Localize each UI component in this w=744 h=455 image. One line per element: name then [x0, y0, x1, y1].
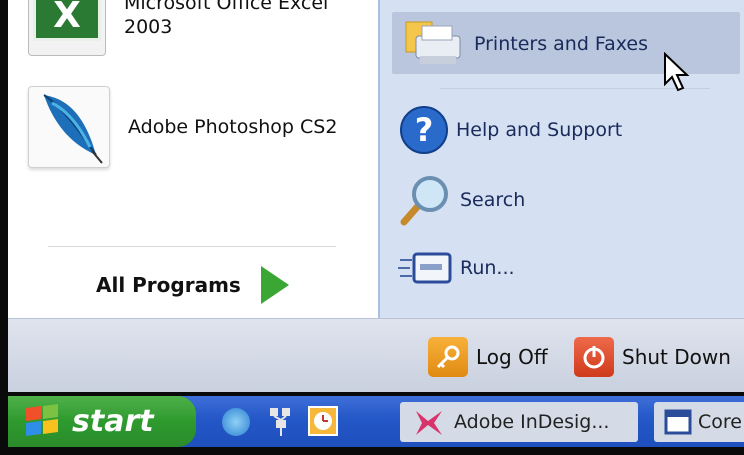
menu-item-printers-faxes[interactable]: Printers and Faxes: [398, 16, 648, 72]
taskbar-item-core[interactable]: Core: [654, 402, 744, 442]
menu-item-search[interactable]: Search: [398, 172, 525, 228]
help-support-label: Help and Support: [456, 119, 623, 141]
start-menu: X Microsoft Office Excel 2003 Adobe Phot…: [8, 0, 744, 392]
menu-item-help-support[interactable]: ? Help and Support: [398, 104, 622, 156]
task-label: Core: [698, 411, 742, 433]
taskbar-item-indesign[interactable]: Adobe InDesig...: [400, 402, 638, 442]
window-icon: [664, 409, 692, 435]
printers-faxes-label: Printers and Faxes: [474, 33, 649, 55]
all-programs-button[interactable]: All Programs: [96, 266, 289, 304]
svg-text:?: ?: [415, 111, 434, 149]
mouse-cursor-icon: [664, 52, 690, 92]
shut-down-button[interactable]: Shut Down: [574, 337, 731, 377]
photoshop-feather-icon: [28, 86, 110, 168]
browser-icon[interactable]: [222, 408, 250, 436]
green-arrow-icon: [260, 266, 289, 304]
program-label: Microsoft Office Excel: [124, 0, 329, 14]
windows-flag-icon: [26, 403, 60, 437]
programs-pane: X Microsoft Office Excel 2003 Adobe Phot…: [8, 0, 376, 318]
search-icon: [400, 176, 448, 226]
menu-item-run[interactable]: Run...: [398, 246, 515, 290]
network-icon[interactable]: [266, 406, 296, 438]
taskbar: start Adobe InDesig... Core: [0, 392, 744, 455]
all-programs-label: All Programs: [96, 273, 241, 297]
program-label-line2: 2003: [124, 16, 173, 38]
places-pane: Printers and Faxes ? Help and Support Se…: [378, 0, 744, 318]
excel-icon: X: [28, 0, 106, 56]
clock-icon[interactable]: [308, 406, 338, 436]
log-off-label: Log Off: [476, 345, 548, 369]
help-icon: ?: [400, 106, 448, 154]
menu-footer: Log Off Shut Down: [8, 318, 744, 392]
run-icon: [398, 252, 452, 284]
start-button[interactable]: start: [8, 396, 196, 447]
search-label: Search: [460, 189, 526, 211]
divider: [48, 246, 336, 247]
program-item-photoshop[interactable]: Adobe Photoshop CS2: [28, 86, 337, 168]
printer-icon: [405, 21, 461, 64]
start-label: start: [72, 404, 154, 439]
power-icon: [574, 337, 614, 377]
taskbar-inner: start Adobe InDesig... Core: [8, 396, 744, 447]
shut-down-label: Shut Down: [622, 345, 731, 369]
indesign-icon: [416, 411, 442, 435]
run-label: Run...: [460, 257, 515, 279]
key-icon: [428, 337, 468, 377]
log-off-button[interactable]: Log Off: [428, 337, 548, 377]
program-item-excel[interactable]: X Microsoft Office Excel 2003: [28, 0, 328, 56]
program-label: Adobe Photoshop CS2: [128, 116, 338, 138]
task-label: Adobe InDesig...: [454, 411, 610, 433]
